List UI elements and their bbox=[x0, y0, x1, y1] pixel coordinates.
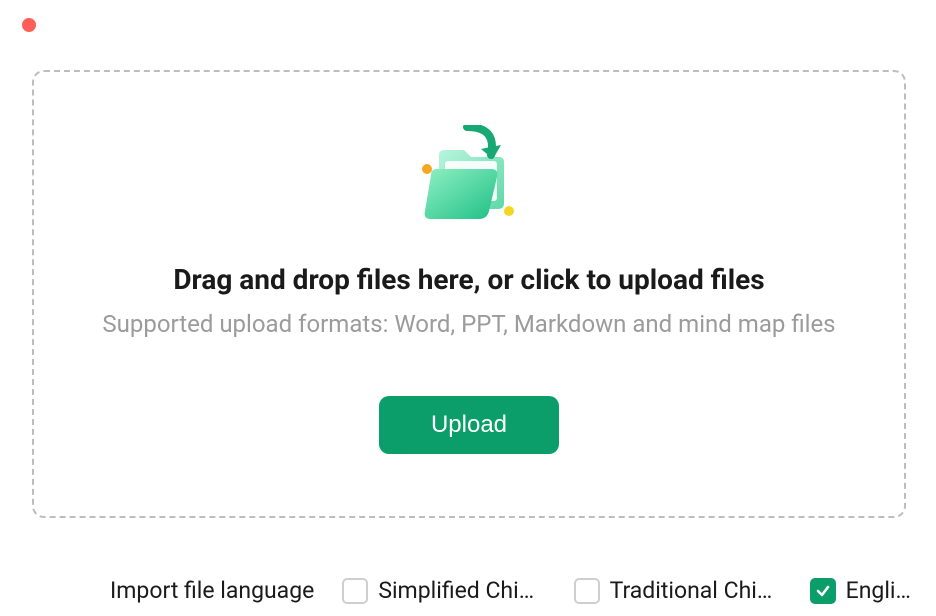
checkbox-label: English bbox=[846, 577, 916, 604]
folder-import-icon bbox=[409, 125, 529, 235]
checkbox-box bbox=[342, 578, 368, 604]
upload-dropzone[interactable]: Drag and drop files here, or click to up… bbox=[32, 70, 906, 518]
checkbox-label: Traditional Chinese bbox=[610, 577, 782, 604]
checkbox-box bbox=[810, 578, 836, 604]
checkbox-simplified-chinese[interactable]: Simplified Chinese bbox=[342, 577, 545, 604]
language-options-row: Import file language Simplified Chinese … bbox=[110, 577, 916, 604]
check-icon bbox=[815, 583, 831, 599]
checkbox-english[interactable]: English bbox=[810, 577, 916, 604]
language-label: Import file language bbox=[110, 577, 314, 604]
window-close-dot[interactable] bbox=[22, 18, 36, 32]
upload-button[interactable]: Upload bbox=[379, 396, 559, 454]
checkbox-box bbox=[574, 578, 600, 604]
dropzone-subline: Supported upload formats: Word, PPT, Mar… bbox=[102, 310, 835, 338]
checkbox-label: Simplified Chinese bbox=[378, 577, 545, 604]
checkbox-traditional-chinese[interactable]: Traditional Chinese bbox=[574, 577, 782, 604]
dropzone-headline: Drag and drop files here, or click to up… bbox=[173, 263, 764, 296]
